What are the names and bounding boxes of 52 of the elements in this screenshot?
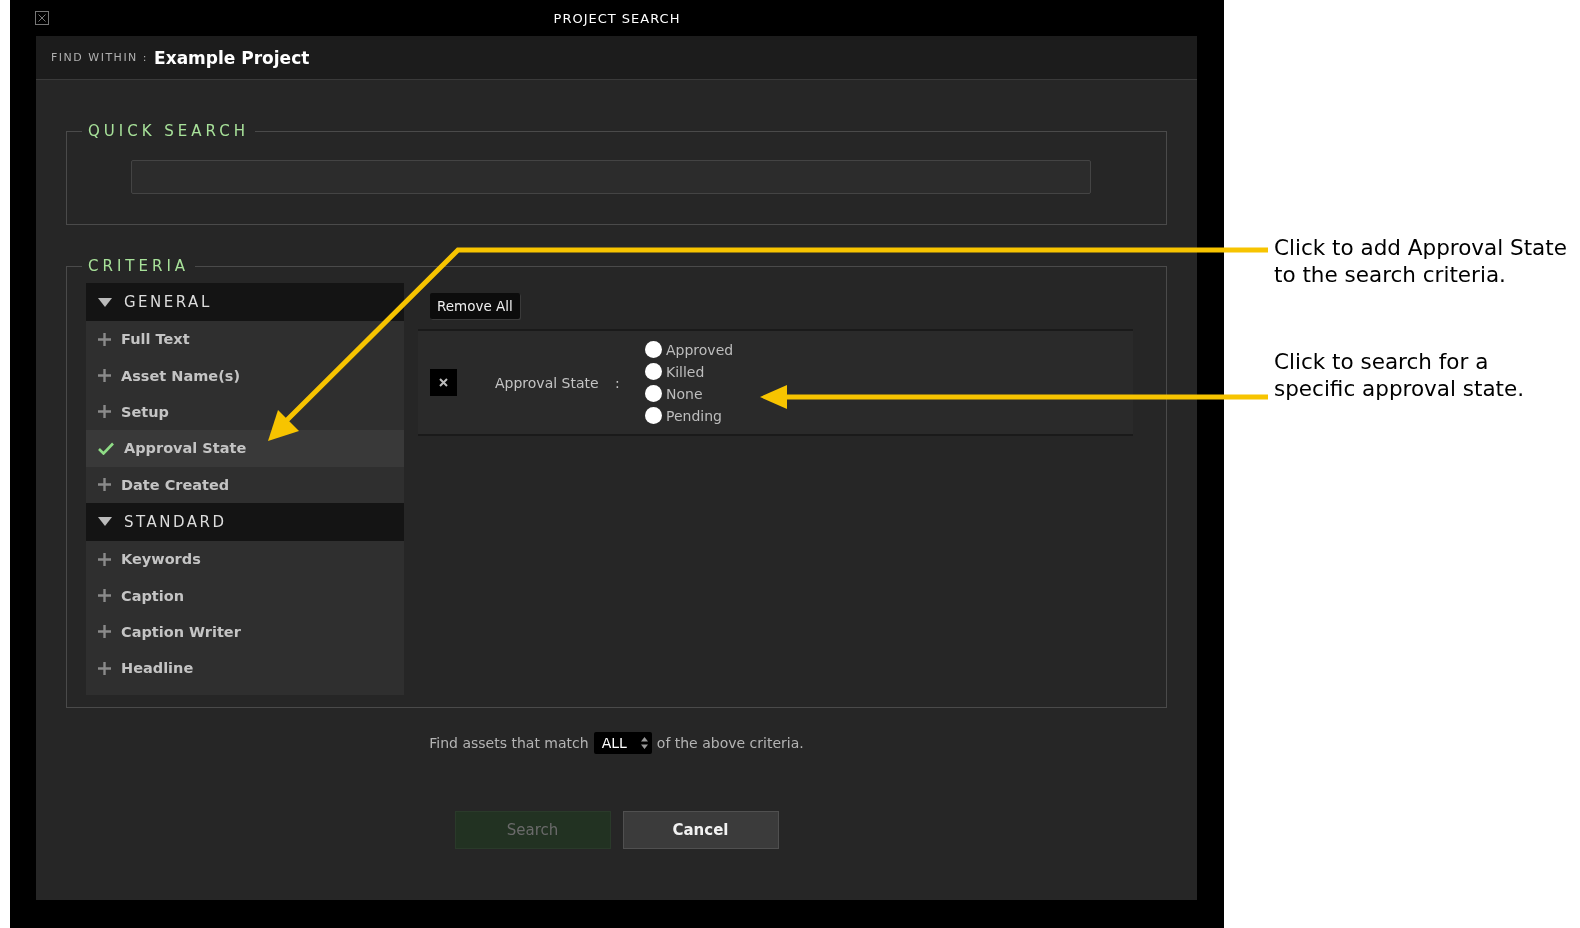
criteria-label: Date Created: [121, 476, 230, 493]
triangle-icon: [98, 517, 112, 527]
plus-icon: [98, 478, 111, 492]
radio-button[interactable]: [645, 407, 662, 424]
plus-icon: [98, 369, 111, 383]
stepper-icon: [640, 737, 648, 749]
radio-option[interactable]: Killed: [645, 363, 734, 380]
section-title: CRITERIA: [87, 257, 191, 275]
triangle-icon: [98, 297, 112, 307]
radio-option[interactable]: None: [645, 385, 734, 402]
criteria-label: Setup: [121, 403, 169, 420]
criteria-label: Headline: [121, 660, 194, 677]
window-title: PROJECT SEARCH: [553, 10, 681, 26]
dialog-button[interactable]: Cancel: [622, 811, 779, 849]
radio-button[interactable]: [645, 385, 662, 402]
radio-option[interactable]: Approved: [645, 341, 734, 358]
criterion-label: Approval State: [495, 374, 600, 391]
radio-option[interactable]: Pending: [645, 407, 734, 424]
annotation-text: Click to search for a specific approval state.: [1274, 348, 1526, 402]
group-label: STANDARD: [124, 512, 227, 531]
criteria-label: Approval State: [124, 440, 247, 457]
close-icon: [439, 378, 448, 387]
match-select[interactable]: ALL: [593, 732, 652, 754]
criteria-label: Asset Name(s): [121, 367, 241, 384]
match-text: of the above criteria.: [656, 735, 804, 751]
group-header[interactable]: GENERAL: [86, 283, 404, 321]
plus-icon: [98, 552, 111, 566]
plus-icon: [98, 625, 111, 639]
annotation-text: Click to add Approval State to the search criteria.: [1274, 234, 1568, 288]
group-label: GENERAL: [124, 293, 212, 311]
plus-icon: [98, 589, 111, 603]
remove-button[interactable]: [430, 369, 457, 396]
radio-button[interactable]: [645, 363, 662, 380]
criteria-item[interactable]: Approval State: [86, 430, 404, 467]
separator: :: [615, 374, 621, 391]
criteria-label: Caption Writer: [121, 623, 241, 640]
group-header[interactable]: STANDARD: [86, 502, 404, 541]
plus-icon: [98, 661, 111, 675]
quick-search-field[interactable]: [131, 160, 1091, 194]
close-icon[interactable]: [35, 11, 49, 25]
plus-icon: [98, 332, 111, 346]
plus-icon: [98, 405, 111, 419]
criteria-label: Full Text: [121, 331, 190, 348]
match-text: Find assets that match: [429, 735, 589, 751]
checkmark-icon: [98, 441, 114, 455]
section-title: QUICK SEARCH: [87, 122, 250, 140]
radio-button[interactable]: [645, 341, 662, 358]
criteria-label: Keywords: [121, 551, 201, 568]
remove-all-button[interactable]: Remove All: [430, 293, 520, 319]
project-name: Example Project: [154, 47, 310, 68]
criteria-label: Caption: [121, 587, 184, 604]
find-within-label: FIND WITHIN :: [51, 51, 149, 64]
